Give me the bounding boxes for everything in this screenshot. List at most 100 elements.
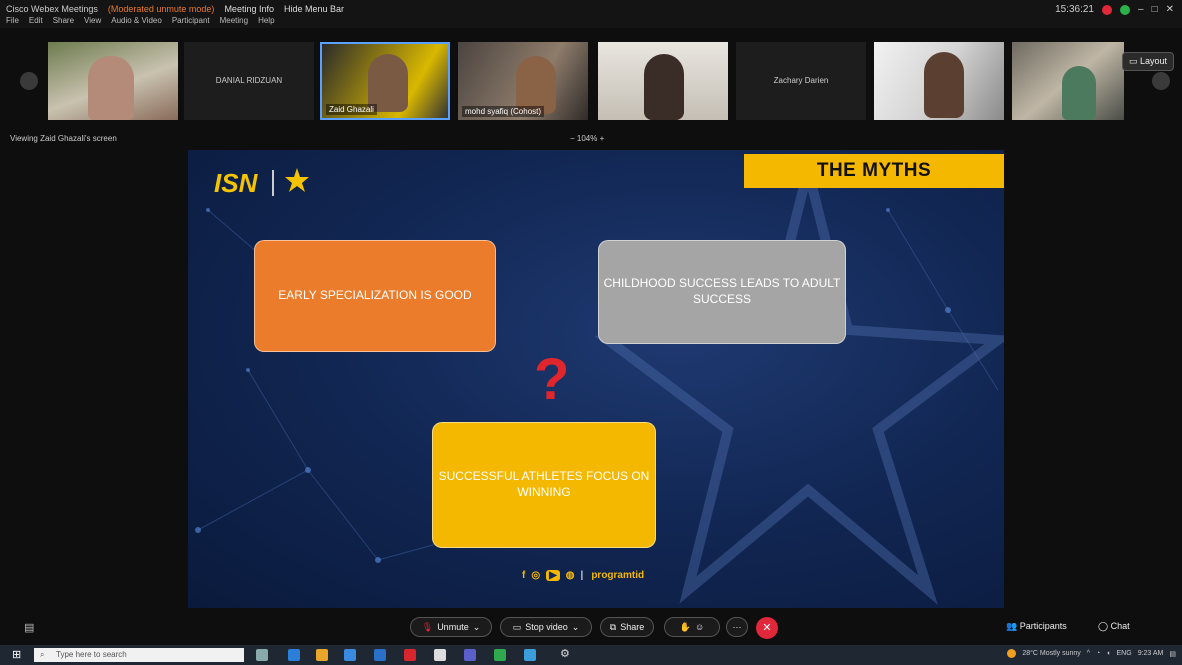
facebook-icon: f: [522, 570, 526, 581]
hand-icon: ✋: [679, 621, 691, 632]
unmute-label: Unmute: [437, 622, 469, 632]
participant-name: Zachary Darien: [773, 76, 829, 85]
myth-card-childhood-success: CHILDHOOD SUCCESS LEADS TO ADULT SUCCESS: [598, 240, 846, 344]
weather-icon: [1007, 649, 1017, 658]
participant-name: Zaid Ghazali: [326, 104, 377, 115]
network-icon[interactable]: ◔: [1096, 650, 1100, 657]
participant-figure: [924, 52, 964, 118]
edge-icon[interactable]: [288, 649, 300, 661]
app-title: Cisco Webex Meetings: [6, 4, 98, 14]
filmstrip-prev-icon[interactable]: [20, 72, 38, 90]
participants-button[interactable]: 👥 Participants: [1006, 621, 1067, 632]
youtube-icon: ▶: [546, 570, 560, 581]
teams-icon[interactable]: [464, 649, 476, 661]
viewing-label: Viewing Zaid Ghazali's screen: [10, 134, 117, 143]
chat-button[interactable]: ◯ Chat: [1098, 621, 1130, 632]
taskbar-clock[interactable]: 9:23 AM: [1138, 650, 1164, 657]
more-icon: ···: [732, 622, 742, 632]
video-tile[interactable]: mohd syafiq (Cohost): [458, 42, 588, 120]
zoom-control[interactable]: − 104% +: [570, 134, 604, 143]
volume-icon[interactable]: ◖: [1106, 650, 1110, 657]
layout-button[interactable]: ▭ Layout: [1121, 52, 1174, 71]
participants-icon: 👥: [1006, 621, 1020, 631]
share-label: Share: [620, 622, 645, 632]
meeting-mode: (Moderated unmute mode): [107, 4, 215, 14]
social-handle: programtid: [591, 570, 645, 581]
share-button[interactable]: ⧉ Share: [600, 617, 654, 637]
store-icon[interactable]: [344, 649, 356, 661]
slide-title: THE MYTHS: [744, 154, 1004, 188]
myth-card-winning: SUCCESSFUL ATHLETES FOCUS ON WINNING: [432, 422, 656, 548]
zoom-level: 104%: [576, 134, 598, 143]
language-indicator[interactable]: ENG: [1117, 650, 1132, 657]
chrome-icon[interactable]: [494, 649, 506, 661]
search-icon: ⌕: [40, 650, 45, 659]
myth-card-specialization: EARLY SPECIALIZATION IS GOOD: [254, 240, 496, 352]
menu-bar: File Edit Share View Audio & Video Parti…: [6, 16, 275, 25]
participants-label: Participants: [1019, 621, 1067, 631]
menu-view[interactable]: View: [84, 16, 101, 25]
end-meeting-button[interactable]: ✕: [756, 617, 778, 639]
meeting-timer: 15:36:21: [1055, 4, 1094, 15]
menu-participant[interactable]: Participant: [172, 16, 210, 25]
meeting-info-button[interactable]: Meeting Info: [224, 4, 274, 14]
task-view-icon[interactable]: [256, 649, 268, 661]
caption-icon[interactable]: ▤: [24, 621, 34, 634]
menu-meeting[interactable]: Meeting: [220, 16, 248, 25]
video-tile[interactable]: DANIAL RIDZUAN: [184, 42, 314, 120]
connection-icon[interactable]: [1120, 4, 1130, 15]
layout-label: Layout: [1139, 56, 1167, 66]
video-tile[interactable]: [598, 42, 728, 120]
participant-name: DANIAL RIDZUAN: [215, 76, 283, 85]
participant-filmstrip: DANIAL RIDZUAN Zaid Ghazali mohd syafiq …: [0, 42, 1182, 122]
menu-share[interactable]: Share: [53, 16, 74, 25]
menu-file[interactable]: File: [6, 16, 19, 25]
participant-figure: [88, 56, 134, 120]
hide-menu-bar-button[interactable]: Hide Menu Bar: [284, 4, 344, 14]
weather-text[interactable]: 28°C Mostly sunny: [1022, 650, 1080, 657]
menu-help[interactable]: Help: [258, 16, 274, 25]
windows-start-icon[interactable]: ⊞: [12, 648, 21, 661]
stop-video-button[interactable]: ▭ Stop video ⌄: [500, 617, 592, 637]
social-links: f ◎ ▶ ◍ | programtid: [522, 570, 645, 581]
notepad-icon[interactable]: [434, 649, 446, 661]
file-explorer-icon[interactable]: [316, 649, 328, 661]
more-options-button[interactable]: ···: [726, 617, 748, 637]
taskbar-search-input[interactable]: ⌕ Type here to search: [34, 648, 244, 662]
emoji-icon: ☺: [695, 622, 705, 632]
share-icon: ⧉: [609, 621, 617, 632]
menu-audio-video[interactable]: Audio & Video: [111, 16, 162, 25]
chevron-down-icon: ⌄: [472, 621, 481, 632]
shared-screen-slide: ISN THE MYTHS EARLY SPECIALIZATION IS GO…: [188, 150, 1004, 608]
unmute-button[interactable]: 🎙 Unmute ⌄: [410, 617, 492, 637]
search-placeholder: Type here to search: [56, 650, 127, 659]
tray-chevron-icon[interactable]: ^: [1087, 650, 1090, 657]
settings-icon[interactable]: ⚙: [560, 647, 570, 660]
maximize-icon[interactable]: □: [1152, 4, 1158, 15]
video-tile[interactable]: Zachary Darien: [736, 42, 866, 120]
close-icon[interactable]: ✕: [1166, 4, 1174, 15]
webex-icon[interactable]: [524, 649, 536, 661]
title-bar: Cisco Webex Meetings (Moderated unmute m…: [0, 0, 1182, 28]
minimize-icon[interactable]: –: [1138, 4, 1144, 15]
filmstrip-next-icon[interactable]: [1152, 72, 1170, 90]
video-tile[interactable]: [48, 42, 178, 120]
meeting-controls: ▤ 🎙 Unmute ⌄ ▭ Stop video ⌄ ⧉ Share ✋ ☺ …: [0, 612, 1182, 642]
video-tile-active-speaker[interactable]: Zaid Ghazali: [320, 42, 450, 120]
mic-muted-icon: 🎙: [421, 621, 434, 632]
participant-name: mohd syafiq (Cohost): [462, 106, 545, 117]
question-mark: ?: [534, 347, 570, 412]
system-tray: 28°C Mostly sunny ^ ◔ ◖ ENG 9:23 AM ▤: [1007, 649, 1176, 658]
notification-icon[interactable]: ▤: [1169, 650, 1176, 658]
stop-video-label: Stop video: [525, 622, 568, 632]
instagram-icon: ◎: [531, 570, 541, 581]
video-tile[interactable]: [1012, 42, 1124, 120]
opera-icon[interactable]: [404, 649, 416, 661]
video-tile[interactable]: [874, 42, 1004, 120]
record-icon[interactable]: [1102, 4, 1112, 15]
participant-figure: [1062, 66, 1096, 120]
video-icon: ▭: [512, 621, 522, 632]
menu-edit[interactable]: Edit: [29, 16, 43, 25]
mail-icon[interactable]: [374, 649, 386, 661]
reactions-group[interactable]: ✋ ☺: [664, 617, 720, 637]
